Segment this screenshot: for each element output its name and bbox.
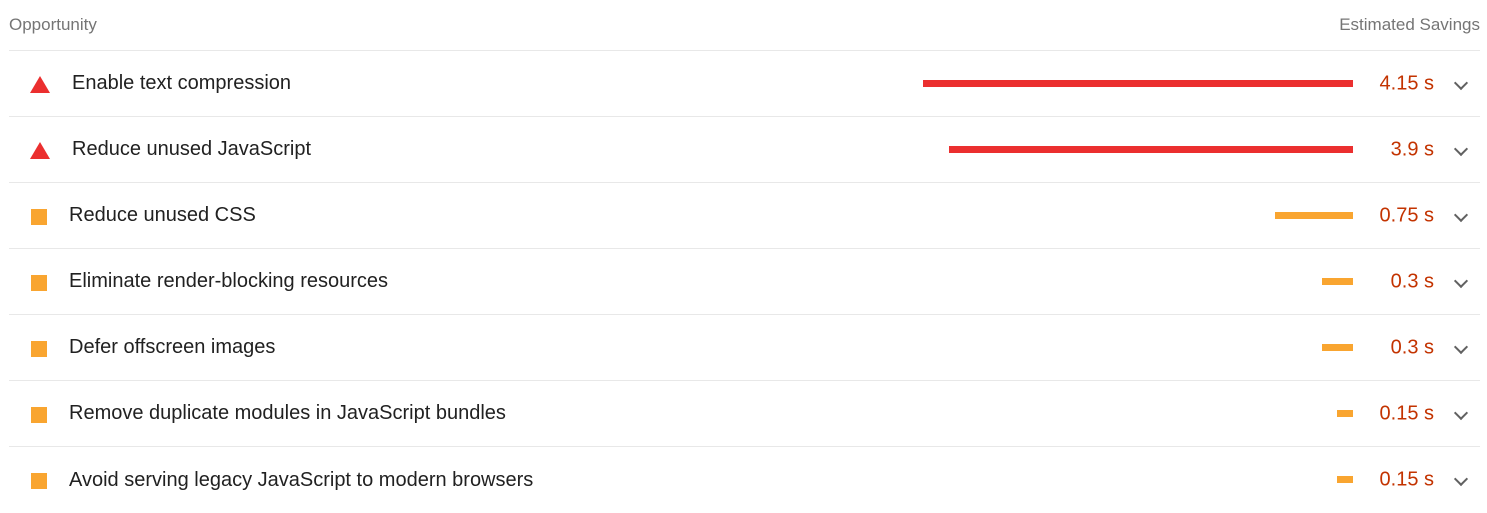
estimated-savings-column-label: Estimated Savings <box>1339 15 1480 34</box>
savings-bar-track <box>913 145 1353 153</box>
opportunity-row[interactable]: Eliminate render-blocking resources 0.3 s <box>9 249 1480 315</box>
savings-bar <box>923 79 1353 87</box>
savings-bar-track <box>913 476 1353 483</box>
opportunity-column-label: Opportunity <box>9 15 97 34</box>
savings-bar-track <box>913 211 1353 219</box>
chevron-down-icon <box>1453 207 1469 222</box>
opportunity-row[interactable]: Defer offscreen images 0.3 s <box>9 315 1480 381</box>
savings-value: 3.9 s <box>1390 138 1434 160</box>
savings-value: 0.75 s <box>1379 204 1434 226</box>
expand-chevron-button[interactable] <box>1440 381 1480 446</box>
warning-triangle-icon <box>9 140 69 160</box>
opportunity-row[interactable]: Reduce unused CSS 0.75 s <box>9 183 1480 249</box>
chevron-down-icon <box>1453 75 1469 90</box>
opportunity-row[interactable]: Enable text compression 4.15 s <box>9 51 1480 117</box>
warning-triangle-icon <box>9 74 69 94</box>
savings-value: 0.15 s <box>1379 402 1434 424</box>
opportunities-panel: Opportunity Estimated Savings Enable tex… <box>9 0 1480 513</box>
savings-bar-track <box>913 79 1353 87</box>
opportunities-header: Opportunity Estimated Savings <box>9 0 1480 51</box>
savings-bar <box>949 145 1353 153</box>
average-square-icon <box>9 206 69 226</box>
expand-chevron-button[interactable] <box>1440 117 1480 182</box>
chevron-down-icon <box>1453 405 1469 420</box>
opportunity-list: Enable text compression 4.15 s Reduce unus… <box>9 51 1480 513</box>
savings-bar <box>1322 343 1353 351</box>
expand-chevron-button[interactable] <box>1440 447 1480 513</box>
savings-bar-track <box>913 409 1353 417</box>
savings-value: 0.15 s <box>1379 468 1434 491</box>
chevron-down-icon <box>1453 339 1469 354</box>
average-square-icon <box>9 470 69 490</box>
savings-bar-track <box>913 277 1353 285</box>
savings-value: 0.3 s <box>1390 336 1434 358</box>
chevron-down-icon <box>1453 141 1469 156</box>
savings-bar <box>1275 211 1353 219</box>
average-square-icon <box>9 272 69 292</box>
chevron-down-icon <box>1453 273 1469 288</box>
expand-chevron-button[interactable] <box>1440 249 1480 314</box>
expand-chevron-button[interactable] <box>1440 315 1480 380</box>
savings-bar <box>1322 277 1353 285</box>
opportunity-row[interactable]: Avoid serving legacy JavaScript to moder… <box>9 447 1480 513</box>
opportunity-row[interactable]: Remove duplicate modules in JavaScript b… <box>9 381 1480 447</box>
savings-bar <box>1337 476 1353 483</box>
expand-chevron-button[interactable] <box>1440 183 1480 248</box>
expand-chevron-button[interactable] <box>1440 51 1480 116</box>
savings-bar-track <box>913 343 1353 351</box>
savings-bar <box>1337 409 1353 417</box>
opportunity-row[interactable]: Reduce unused JavaScript 3.9 s <box>9 117 1480 183</box>
savings-value: 0.3 s <box>1390 270 1434 292</box>
average-square-icon <box>9 404 69 424</box>
savings-value: 4.15 s <box>1379 72 1434 94</box>
chevron-down-icon <box>1453 471 1469 487</box>
average-square-icon <box>9 338 69 358</box>
